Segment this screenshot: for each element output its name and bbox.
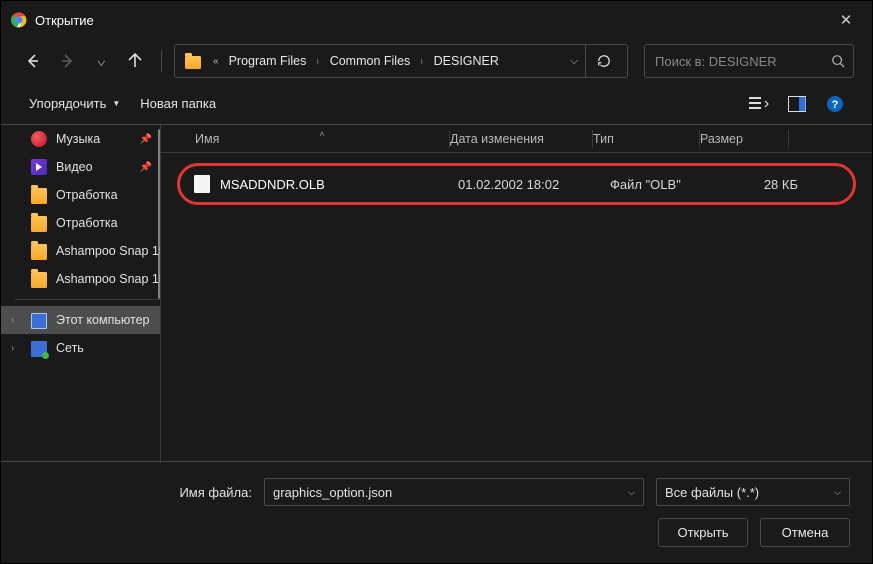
forward-button[interactable] (53, 45, 81, 77)
chevron-right-icon: › (314, 56, 322, 67)
column-header-name[interactable]: Имя ˄ (195, 132, 449, 146)
svg-text:?: ? (832, 99, 839, 111)
sidebar-item-label: Музыка (56, 132, 100, 146)
list-view-icon (749, 96, 769, 112)
file-list: MSADDNDR.OLB 01.02.2002 18:02 Файл "OLB"… (161, 153, 872, 205)
arrow-up-icon (127, 53, 143, 69)
file-name: MSADDNDR.OLB (220, 177, 448, 192)
sort-indicator-icon: ˄ (319, 129, 324, 139)
chevron-right-icon: « (209, 56, 223, 67)
chevron-down-icon: ▼ (112, 99, 120, 108)
file-row[interactable]: MSADDNDR.OLB 01.02.2002 18:02 Файл "OLB"… (177, 163, 856, 205)
sidebar-item-label: Сеть (56, 341, 84, 355)
toolbar: Упорядочить ▼ Новая папка ? (1, 83, 872, 125)
dialog-footer: Имя файла: graphics_option.json ⌵ Все фа… (1, 461, 872, 563)
organize-label: Упорядочить (29, 96, 106, 111)
recent-menu-button[interactable]: ⌵ (87, 45, 115, 77)
up-button[interactable] (121, 45, 149, 77)
chevron-down-icon[interactable]: ⌵ (564, 56, 584, 67)
sidebar-item-music[interactable]: Музыка 📌 (1, 125, 160, 153)
folder-icon (31, 188, 47, 204)
file-type: Файл "OLB" (610, 177, 716, 192)
cancel-button[interactable]: Отмена (760, 518, 850, 547)
navigation-bar: ⌵ « Program Files › Common Files › DESIG… (1, 39, 872, 83)
sidebar-item-label: Ashampoo Snap 15 (56, 244, 161, 258)
search-icon[interactable] (831, 54, 845, 68)
filetype-filter[interactable]: Все файлы (*.*) ⌵ (656, 478, 850, 506)
chrome-icon (11, 12, 27, 28)
folder-icon (31, 216, 47, 232)
window-title: Открытие (35, 13, 816, 28)
filename-label: Имя файла: (179, 485, 252, 500)
search-box[interactable] (644, 44, 854, 78)
file-date: 01.02.2002 18:02 (458, 177, 600, 192)
folder-icon (31, 272, 47, 288)
search-input[interactable] (655, 54, 831, 69)
column-header-row: Имя ˄ Дата изменения Тип Размер (161, 125, 872, 153)
chevron-right-icon[interactable]: › (12, 315, 14, 326)
view-mode-button[interactable] (742, 87, 776, 121)
help-icon: ? (826, 95, 844, 113)
sidebar-item-folder[interactable]: Отработка (1, 181, 160, 209)
chevron-down-icon[interactable]: ⌵ (628, 487, 635, 498)
file-size: 28 КБ (726, 177, 798, 192)
file-icon (194, 175, 210, 193)
arrow-right-icon (59, 53, 75, 69)
sidebar-item-folder[interactable]: Ashampoo Snap 15 (1, 237, 160, 265)
folder-icon (31, 244, 47, 260)
sidebar-item-folder[interactable]: Ashampoo Snap 15 (1, 265, 160, 293)
file-list-area: Имя ˄ Дата изменения Тип Размер MSADDNDR… (161, 125, 872, 463)
sidebar-item-label: Отработка (56, 188, 118, 202)
open-file-dialog: Открытие ✕ ⌵ « Program Files › Common Fi… (0, 0, 873, 564)
column-header-size[interactable]: Размер (700, 132, 788, 146)
preview-pane-icon (788, 96, 806, 112)
sidebar-item-network[interactable]: › Сеть (1, 334, 160, 362)
separator (161, 50, 162, 72)
new-folder-button[interactable]: Новая папка (132, 92, 224, 115)
breadcrumb-crumb[interactable]: DESIGNER (430, 54, 503, 68)
sidebar-item-label: Этот компьютер (56, 313, 149, 327)
filename-input[interactable]: graphics_option.json ⌵ (264, 478, 644, 506)
titlebar: Открытие ✕ (1, 1, 872, 39)
sidebar-item-label: Отработка (56, 216, 118, 230)
pin-icon: 📌 (140, 162, 152, 173)
computer-icon (31, 313, 47, 329)
back-button[interactable] (19, 45, 47, 77)
chevron-right-icon[interactable]: › (12, 343, 14, 354)
organize-button[interactable]: Упорядочить ▼ (21, 92, 128, 115)
sidebar-item-folder[interactable]: Отработка (1, 209, 160, 237)
close-button[interactable]: ✕ (824, 1, 868, 39)
refresh-button[interactable] (585, 44, 621, 78)
sidebar-item-label: Видео (56, 160, 93, 174)
breadcrumb-crumb[interactable]: Common Files (326, 54, 415, 68)
network-icon (31, 341, 47, 357)
sidebar-item-video[interactable]: Видео 📌 (1, 153, 160, 181)
chevron-down-icon[interactable]: ⌵ (834, 487, 841, 498)
arrow-left-icon (25, 53, 41, 69)
video-icon (31, 159, 47, 175)
sidebar-item-this-pc[interactable]: › Этот компьютер (1, 306, 160, 334)
breadcrumb-crumb[interactable]: Program Files (225, 54, 311, 68)
folder-icon (185, 56, 201, 69)
music-icon (31, 131, 47, 147)
pin-icon: 📌 (140, 134, 152, 145)
preview-pane-button[interactable] (780, 87, 814, 121)
refresh-icon (597, 54, 611, 68)
chevron-right-icon: › (418, 56, 426, 67)
breadcrumb-bar[interactable]: « Program Files › Common Files › DESIGNE… (174, 44, 628, 78)
sidebar: Музыка 📌 Видео 📌 Отработка Отработка Ash… (1, 125, 161, 463)
open-button[interactable]: Открыть (658, 518, 748, 547)
column-header-date[interactable]: Дата изменения (450, 132, 592, 146)
filename-value: graphics_option.json (273, 485, 392, 500)
new-folder-label: Новая папка (140, 96, 216, 111)
help-button[interactable]: ? (818, 87, 852, 121)
sidebar-item-label: Ashampoo Snap 15 (56, 272, 161, 286)
filter-value: Все файлы (*.*) (665, 485, 759, 500)
column-header-type[interactable]: Тип (593, 132, 699, 146)
